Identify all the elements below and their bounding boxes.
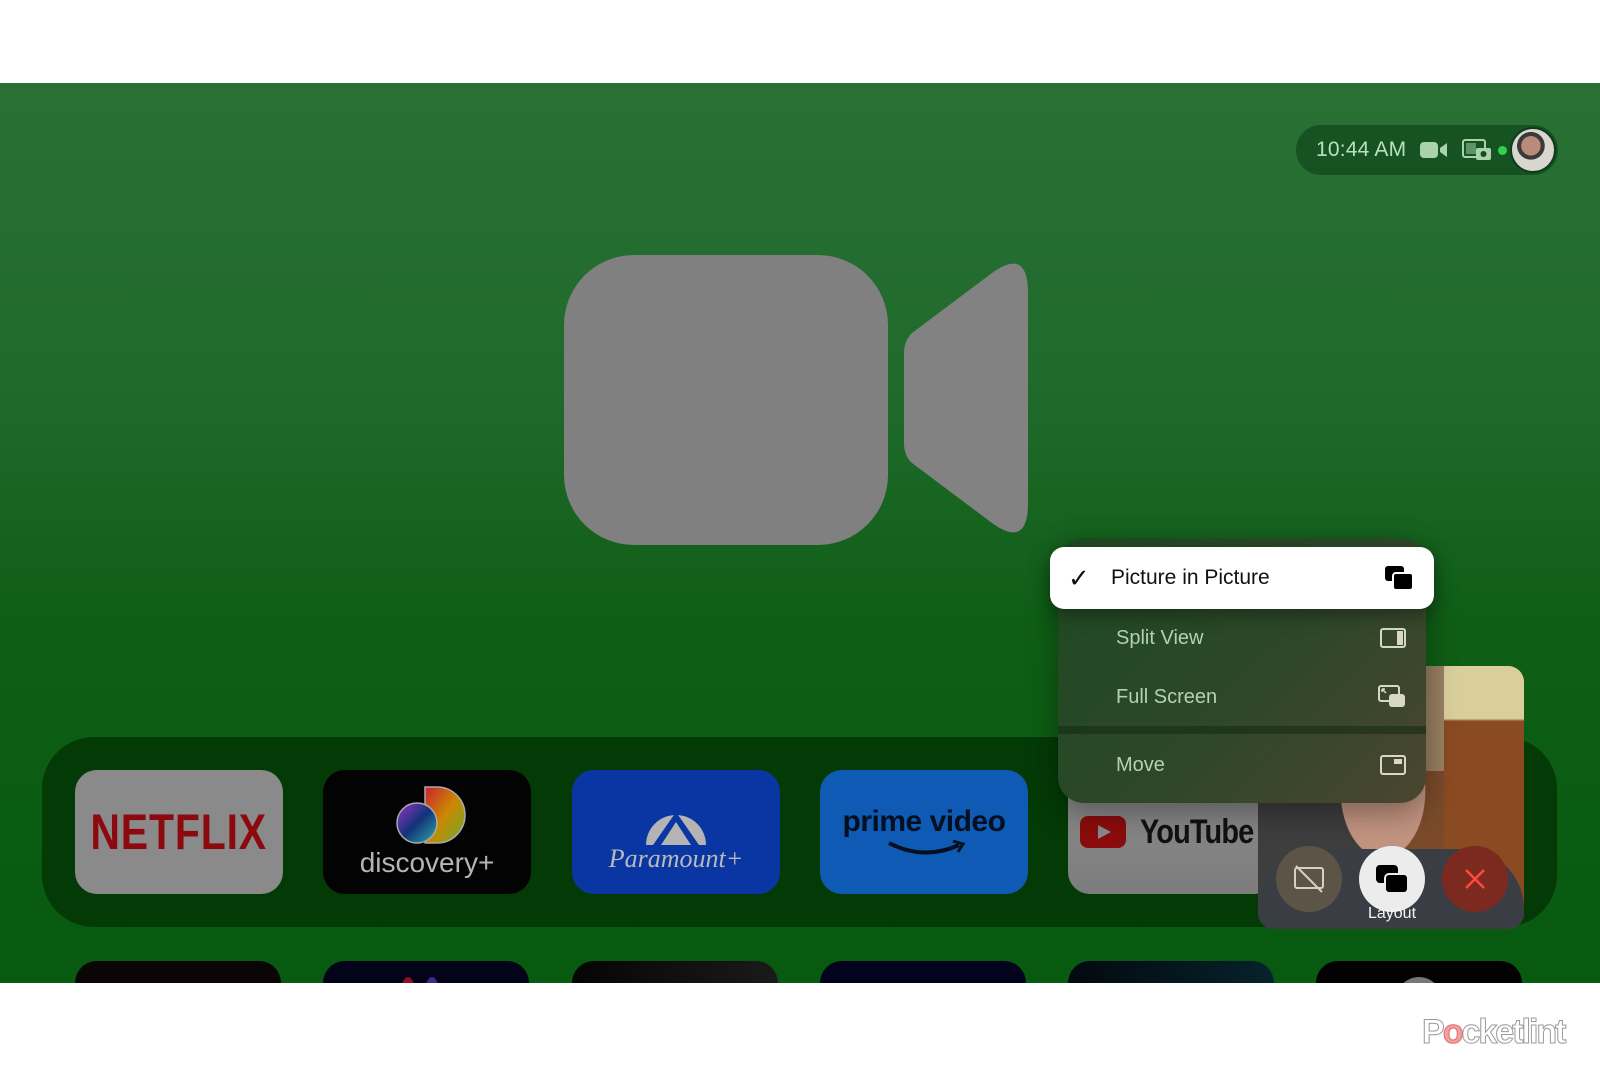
menu-item-move[interactable]: Move — [1058, 736, 1426, 794]
menu-item-full-screen[interactable]: Full Screen — [1058, 668, 1426, 726]
facetime-camera-icon — [564, 255, 1028, 545]
screen-share-off-icon — [1294, 865, 1324, 893]
app-tile-row2[interactable] — [820, 961, 1026, 983]
picture-in-picture-icon — [1384, 565, 1414, 591]
amazon-smile-icon — [888, 839, 966, 855]
close-icon — [1465, 869, 1485, 889]
pocketlint-watermark: Pocketlint — [1422, 1013, 1568, 1052]
menu-item-picture-in-picture[interactable]: ✓ Picture in Picture — [1050, 547, 1434, 609]
app-tile-row2[interactable] — [323, 961, 529, 983]
apple-tv-screen: 10:44 AM NETFLIX discovery+ Paramount+ p… — [0, 83, 1600, 983]
user-avatar[interactable] — [1510, 127, 1556, 173]
layout-button[interactable] — [1359, 846, 1425, 912]
split-view-icon — [1380, 628, 1406, 648]
app-prime-video[interactable]: prime video — [820, 770, 1028, 894]
app-paramount-plus[interactable]: Paramount+ — [572, 770, 780, 894]
youtube-play-icon — [1080, 816, 1127, 848]
screen-share-off-button[interactable] — [1276, 846, 1342, 912]
menu-item-split-view[interactable]: Split View — [1058, 609, 1426, 667]
menu-item-label: Picture in Picture — [1111, 566, 1270, 589]
discovery-label: discovery+ — [359, 847, 495, 878]
checkmark-icon: ✓ — [1068, 562, 1090, 593]
menu-item-label: Split View — [1116, 626, 1204, 649]
app-tile-row2[interactable] — [572, 961, 778, 983]
youtube-label: YouTube — [1140, 812, 1254, 851]
app-netflix[interactable]: NETFLIX — [75, 770, 283, 894]
menu-item-label: Full Screen — [1116, 685, 1218, 708]
active-indicator-dot — [1498, 145, 1508, 155]
netflix-logo: NETFLIX — [90, 804, 268, 860]
paramount-label: Paramount+ — [608, 844, 744, 873]
menu-item-label: Move — [1116, 753, 1165, 776]
layout-label: Layout — [1367, 905, 1417, 922]
prime-video-label: prime video — [842, 805, 1006, 838]
status-bar: 10:44 AM — [1296, 125, 1558, 175]
app-discovery-plus[interactable]: discovery+ — [323, 770, 531, 894]
screen-share-camera-icon — [1462, 139, 1492, 161]
facetime-camera-icon — [1420, 140, 1448, 160]
menu-separator — [1058, 726, 1426, 734]
clock: 10:44 AM — [1316, 138, 1407, 161]
picture-in-picture-icon — [1376, 865, 1409, 894]
end-call-button[interactable] — [1442, 846, 1508, 912]
app-tile-row2[interactable] — [75, 961, 281, 983]
move-icon — [1380, 755, 1406, 775]
paramount-mountain-icon — [646, 812, 706, 845]
discovery-logo-icon — [396, 786, 466, 844]
full-screen-icon — [1378, 685, 1406, 709]
app-tile-row2[interactable] — [1316, 961, 1522, 983]
app-tile-row2[interactable] — [1068, 961, 1274, 983]
